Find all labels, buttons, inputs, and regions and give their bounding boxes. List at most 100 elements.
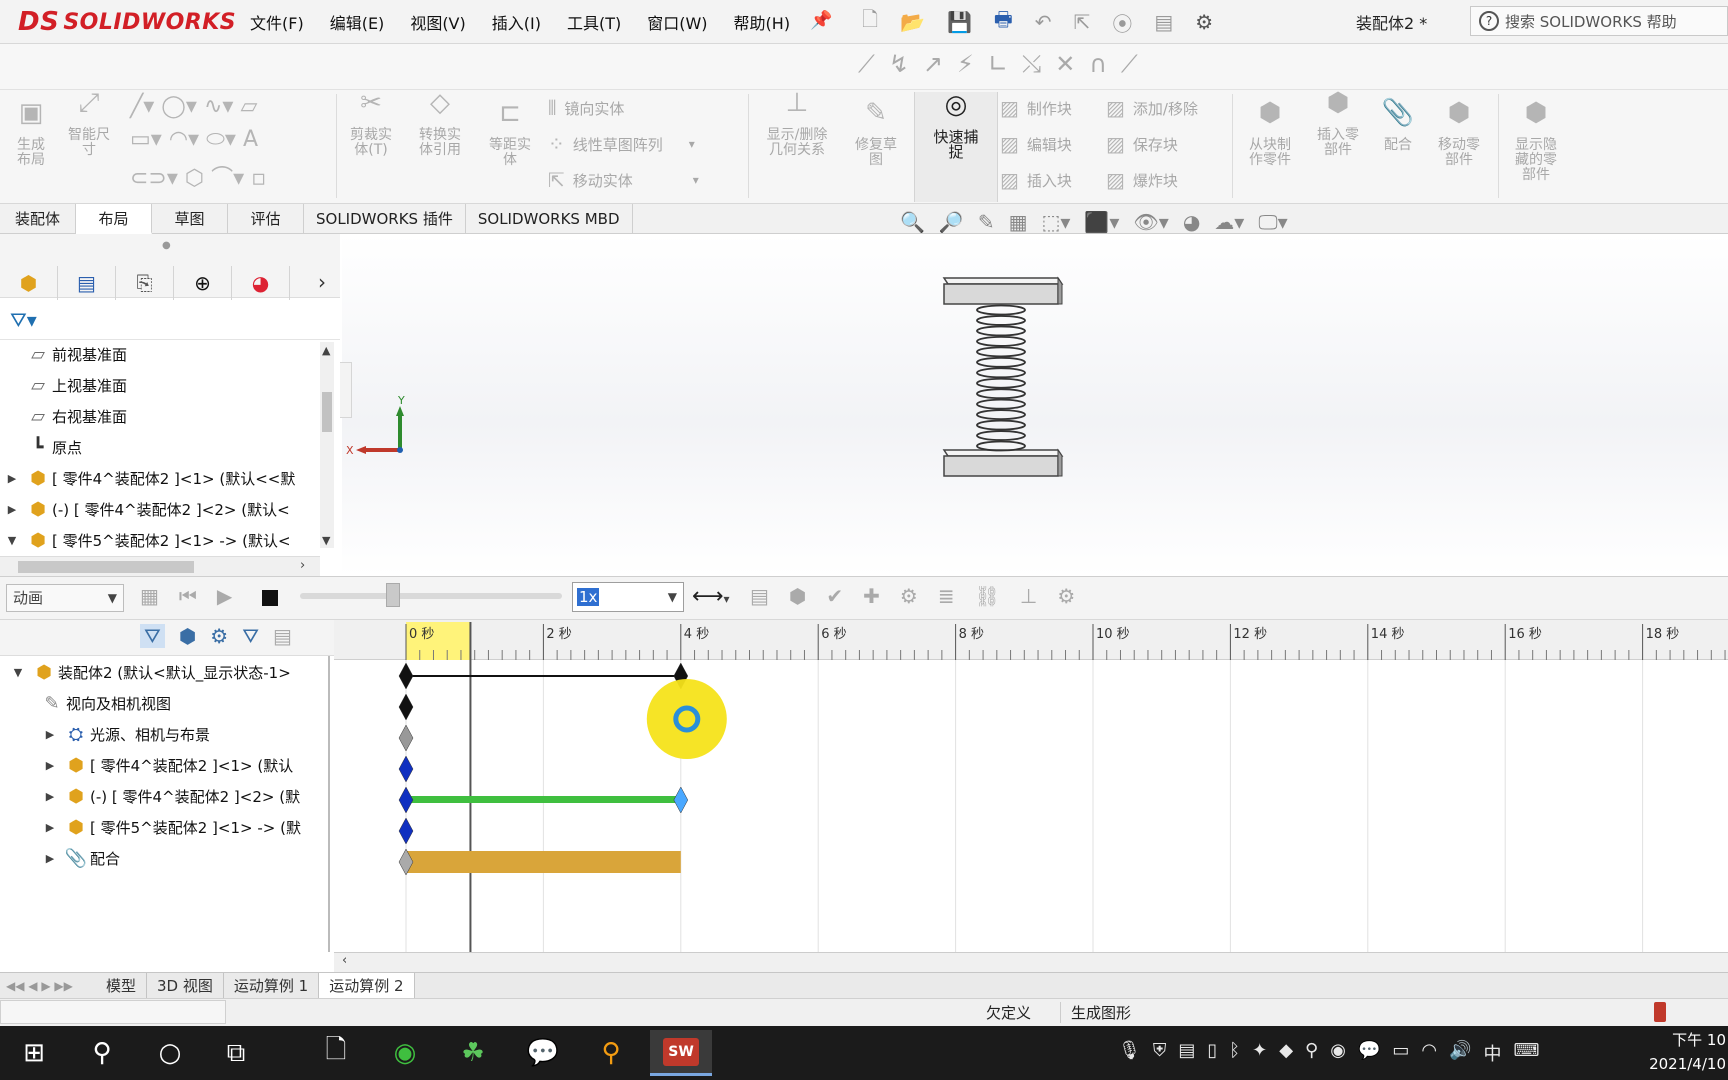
timeline-canvas[interactable]: 0 秒 2 秒 4 秒 6 秒 8 秒 10 秒 12 秒 14 秒 16 秒 18 秒: [334, 620, 1728, 952]
smart-dimension-button[interactable]: ⤢ 智能尺 寸: [60, 90, 118, 158]
linear-pattern-button[interactable]: ⁘ 线性草图阵列 ▾: [548, 132, 699, 156]
tree-item-origin[interactable]: ┗ 原点: [0, 433, 82, 461]
scroll-down-icon[interactable]: ▼: [322, 534, 330, 547]
motion-item-part5-1[interactable]: ▶ ⬢[ 零件5^装配体2 ]<1> -> (默: [38, 813, 301, 841]
solidworks-logo[interactable]: DS SOLIDWORKS: [18, 6, 236, 38]
play-from-start-icon[interactable]: ⏮: [179, 584, 197, 608]
expand-arrow-icon[interactable]: ▶: [38, 759, 62, 772]
move-entities-button[interactable]: ⇱ 移动实体 ▾: [548, 168, 699, 192]
tab-model[interactable]: 模型: [96, 972, 148, 999]
solidworks-taskbar-button[interactable]: SW: [650, 1030, 712, 1076]
animation-wizard-icon[interactable]: ⬢: [789, 584, 806, 608]
options-gear-icon[interactable]: ⚙: [1195, 10, 1213, 34]
edit-appearance-icon[interactable]: ◕: [1183, 210, 1200, 234]
tray-app-icon[interactable]: ✦: [1252, 1040, 1267, 1066]
expand-arrow-icon[interactable]: ▶: [38, 790, 62, 803]
fillet-icon[interactable]: ⌒▾: [211, 166, 244, 191]
plane-icon[interactable]: ▱: [240, 94, 257, 119]
panel-splitter[interactable]: [338, 362, 352, 418]
save-block-button[interactable]: ▨ 保存块: [1106, 132, 1198, 156]
tab-mbd[interactable]: SOLIDWORKS MBD: [466, 204, 633, 234]
edit-block-button[interactable]: ▨ 编辑块: [1000, 132, 1072, 156]
save-animation-icon[interactable]: ▤: [750, 584, 769, 608]
tab-evaluate[interactable]: 评估: [228, 204, 304, 234]
expand-arrow-icon[interactable]: ▶: [0, 503, 24, 516]
scrollbar-thumb[interactable]: [322, 392, 332, 432]
mirror-entities-button[interactable]: ⫴ 镜向实体: [548, 96, 699, 120]
undo-icon[interactable]: ↶: [1035, 10, 1052, 34]
scroll-right-icon[interactable]: ›: [300, 558, 305, 573]
convert-entities-button[interactable]: ◇ 转换实 体引用: [408, 90, 472, 158]
sketch-tool-icon[interactable]: ∟: [988, 50, 1008, 78]
tray-browser-icon[interactable]: ◉: [1330, 1040, 1346, 1066]
section-view-icon[interactable]: ▦: [1009, 210, 1028, 234]
spline-icon[interactable]: ∿▾: [204, 94, 233, 119]
trim-entities-button[interactable]: ✂ 剪裁实 体(T): [342, 90, 400, 158]
add-remove-block-button[interactable]: ▨ 添加/移除: [1106, 96, 1198, 120]
apply-scene-icon[interactable]: ☁▾: [1214, 210, 1244, 234]
motion-item-orientation[interactable]: ✎ 视向及相机视图: [38, 689, 171, 717]
keyboard-icon[interactable]: ⌨: [1514, 1040, 1540, 1066]
menu-window[interactable]: 窗口(W): [647, 10, 707, 34]
open-folder-icon[interactable]: 📂: [900, 10, 925, 34]
zoom-to-area-icon[interactable]: 🔎: [939, 210, 964, 234]
tree-item-part5-1[interactable]: ▼ ⬢[ 零件5^装配体2 ]<1> -> (默认<: [0, 526, 291, 554]
sketch-tool-icon[interactable]: ↯: [889, 50, 909, 78]
tab-layout[interactable]: 布局: [76, 204, 152, 234]
scroll-up-icon[interactable]: ▲: [322, 344, 330, 357]
tree-item-right-plane[interactable]: ▱ 右视基准面: [0, 402, 127, 430]
menu-file[interactable]: 文件(F): [250, 10, 304, 34]
tree-vertical-scrollbar[interactable]: [320, 342, 334, 548]
sketch-tool-icon[interactable]: ⟋: [858, 50, 875, 78]
bottom-plate[interactable]: [942, 448, 1064, 477]
spring-model-view[interactable]: Y X: [342, 234, 1728, 576]
keyframe[interactable]: [673, 786, 689, 814]
browser-app-icon[interactable]: ◉: [380, 1034, 430, 1072]
expand-arrow-icon[interactable]: ▶: [0, 472, 24, 485]
part-motion-track[interactable]: [406, 796, 681, 803]
arc-icon[interactable]: ◠▾: [169, 127, 199, 152]
tab-motion-study-2[interactable]: 运动算例 2: [319, 972, 415, 999]
gravity-icon[interactable]: ⊥: [1020, 584, 1037, 608]
tree-item-part4-1[interactable]: ▶ ⬢[ 零件4^装配体2 ]<1> (默认<<默: [0, 464, 296, 492]
offset-entities-button[interactable]: ⊏ 等距实 体: [480, 100, 540, 168]
wifi-icon[interactable]: ◠: [1421, 1040, 1437, 1066]
dimxpert-manager-tab-icon[interactable]: ⊕: [174, 266, 232, 300]
menu-tools[interactable]: 工具(T): [567, 10, 621, 34]
display-style-icon[interactable]: ⬛▾: [1084, 210, 1119, 234]
file-explorer-icon[interactable]: 🗋: [312, 1034, 360, 1072]
task-view-icon[interactable]: ⧉: [214, 1034, 258, 1072]
keyframe[interactable]: [398, 693, 414, 721]
property-manager-tab-icon[interactable]: ▤: [58, 266, 116, 300]
feature-manager-tab-icon[interactable]: ⬢: [0, 266, 58, 300]
menu-view[interactable]: 视图(V): [410, 10, 465, 34]
keyframe[interactable]: [398, 724, 414, 752]
show-hidden-components-button[interactable]: ⬢ 显示隐 藏的零 部件: [1504, 100, 1568, 183]
wechat-icon[interactable]: 💬: [518, 1034, 568, 1072]
clipboard-icon[interactable]: ▯: [1207, 1040, 1217, 1066]
sketch-tool-icon[interactable]: ⟋: [1121, 50, 1138, 78]
previous-view-icon[interactable]: ✎: [978, 210, 995, 234]
timeline-horizontal-scrollbar[interactable]: ‹: [334, 952, 1728, 972]
playback-speed-select[interactable]: 1x ▼: [572, 582, 684, 612]
tab-motion-study-1[interactable]: 运动算例 1: [224, 972, 320, 999]
select-arrow-icon[interactable]: ⇱: [1074, 10, 1091, 34]
rebuild-indicator-icon[interactable]: [1654, 1002, 1666, 1022]
play-icon[interactable]: ▶: [217, 584, 232, 608]
menu-help[interactable]: 帮助(H): [734, 10, 791, 34]
battery-icon[interactable]: ▭: [1392, 1040, 1409, 1066]
configuration-manager-tab-icon[interactable]: ⎘: [116, 266, 174, 300]
filter-selected-icon[interactable]: ⚙: [210, 624, 228, 648]
insert-component-button[interactable]: ⬢ 插入零 部件: [1306, 90, 1370, 158]
motion-item-part4-1[interactable]: ▶ ⬢[ 零件4^装配体2 ]<1> (默认: [38, 751, 293, 779]
add-key-icon[interactable]: ✚: [863, 584, 880, 608]
playback-mode-icon[interactable]: ⟷▾: [692, 584, 730, 609]
insert-block-button[interactable]: ▨ 插入块: [1000, 168, 1072, 192]
tray-app-icon[interactable]: ◆: [1279, 1040, 1293, 1066]
clover-app-icon[interactable]: ☘: [448, 1034, 498, 1072]
cortana-icon[interactable]: ○: [148, 1034, 192, 1072]
print-icon[interactable]: 🖶: [994, 5, 1013, 39]
line-icon[interactable]: ╱▾: [130, 94, 154, 119]
search-icon[interactable]: ⚲: [80, 1034, 124, 1072]
sketch-tool-icon[interactable]: ∩: [1089, 50, 1107, 78]
